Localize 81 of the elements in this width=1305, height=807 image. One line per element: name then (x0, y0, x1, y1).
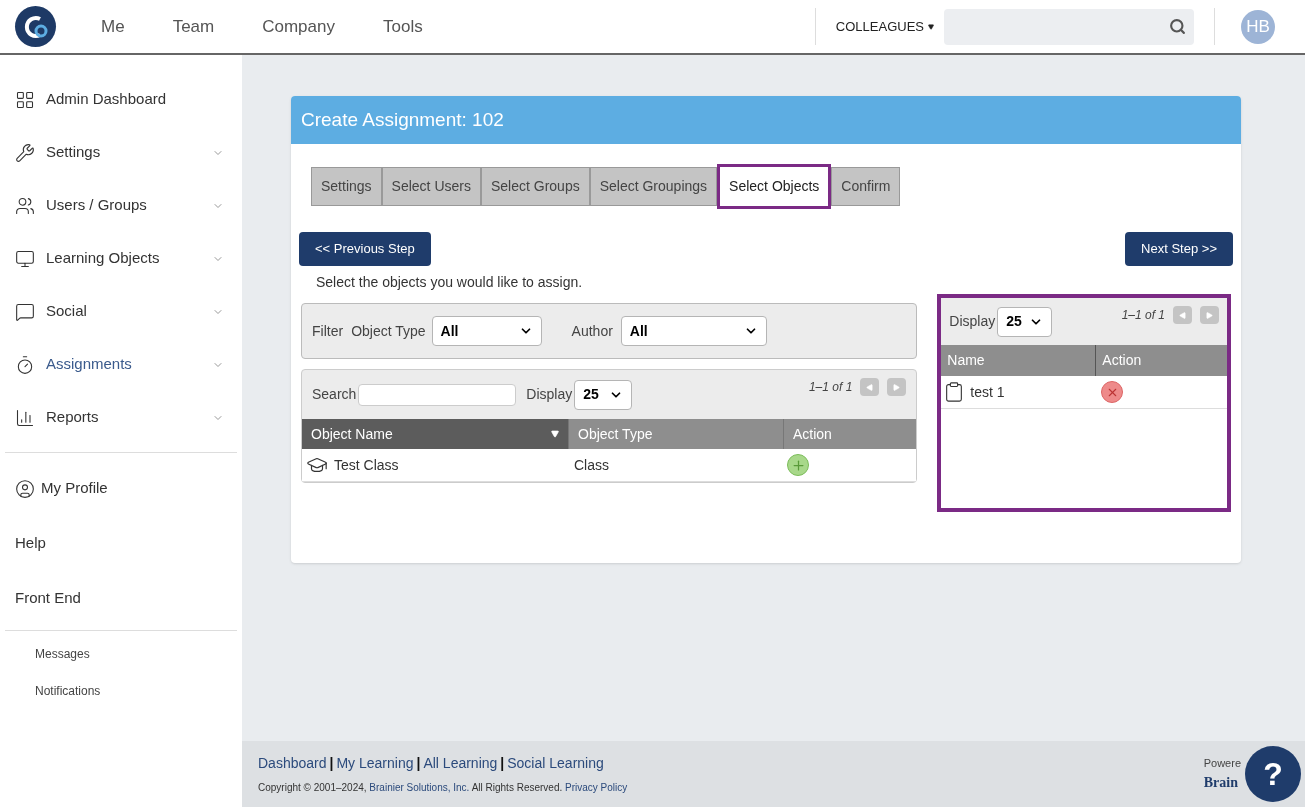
sidebar-item[interactable]: Front End (0, 571, 242, 626)
table-cell-text: test 1 (970, 382, 1005, 402)
sidebar-item[interactable]: Settings (0, 126, 242, 179)
sidebar-item[interactable]: Help (0, 516, 242, 571)
card-header: Create Assignment: 102 (291, 96, 1241, 144)
top-nav-link[interactable]: Team (172, 13, 215, 40)
next-page-button[interactable] (1200, 306, 1219, 324)
top-nav-link[interactable]: Tools (382, 13, 423, 40)
bar-chart-icon (15, 407, 35, 428)
top-nav-link[interactable]: Me (101, 13, 125, 40)
search-field[interactable] (944, 8, 1194, 45)
top-nav-link[interactable]: Company (262, 13, 335, 40)
separator: | (500, 754, 505, 773)
previous-page-button[interactable] (860, 378, 880, 396)
sidebar-subitem[interactable]: Notifications (0, 672, 242, 709)
author-select[interactable]: All (620, 316, 767, 346)
left-triangle-icon (1179, 311, 1186, 319)
sidebar-subitem[interactable]: Messages (0, 635, 242, 672)
grid-icon (15, 89, 35, 110)
previous-step-button[interactable]: << Previous Step (299, 232, 431, 266)
footer-link[interactable]: Social Learning (507, 753, 604, 774)
separator: | (329, 754, 334, 773)
users-icon (15, 195, 35, 216)
sidebar-item[interactable]: Reports (0, 391, 242, 444)
search-label: Search (312, 385, 357, 404)
monitor-icon (15, 248, 35, 269)
search-icon (1169, 18, 1186, 35)
wizard-tab[interactable]: Select Groupings (589, 167, 718, 206)
remove-button[interactable] (1101, 381, 1124, 403)
add-button[interactable] (787, 454, 809, 476)
object-type-select[interactable]: All (431, 316, 542, 346)
stopwatch-icon (15, 354, 35, 375)
separator: | (416, 754, 421, 773)
right-triangle-icon (893, 383, 901, 391)
footer-link[interactable]: All Learning (423, 753, 498, 774)
paging-text: 1–1 of 1 (808, 379, 853, 396)
tools-icon (15, 142, 35, 163)
copyright-text: Copyright © 2001–2024, Brainier Solutions, Inc. All Rights Reserved. Privacy Policy (258, 781, 628, 795)
caret-icon (928, 23, 934, 30)
filter-label: Filter (312, 321, 344, 341)
display-label: Display (949, 312, 996, 331)
column-header[interactable]: Object Name (302, 419, 568, 449)
next-step-button[interactable]: Next Step >> (1125, 232, 1233, 266)
sidebar-item[interactable]: Users / Groups (0, 179, 242, 232)
object-type-label: Object Type (351, 321, 426, 341)
sidebar-item[interactable]: Assignments (0, 338, 242, 391)
wizard-tab[interactable]: Select Users (381, 167, 481, 206)
plus-icon (790, 457, 806, 473)
sort-down-icon (551, 430, 559, 438)
privacy-policy-link[interactable]: Privacy Policy (565, 782, 628, 793)
paging-text: 1–1 of 1 (1121, 307, 1165, 324)
table-cell: Class (574, 456, 609, 473)
colleagues-dropdown[interactable]: COLLEAGUES (835, 16, 934, 37)
left-triangle-icon (866, 383, 874, 391)
sidebar-item[interactable]: Learning Objects (0, 232, 242, 285)
brand-logo: Brain (1203, 773, 1238, 792)
footer-link[interactable]: Dashboard (258, 753, 327, 774)
author-label: Author (571, 321, 613, 341)
table-cell-text: Test Class (334, 455, 399, 475)
sidebar-item[interactable]: Social (0, 285, 242, 338)
wizard-tab[interactable]: Confirm (831, 167, 901, 206)
instruction-text: Select the objects you would like to assign. (315, 273, 584, 292)
wizard-tab[interactable]: Select Objects (717, 164, 832, 209)
vendor-link[interactable]: Brainier Solutions, Inc. (369, 782, 470, 793)
display-select[interactable]: 25 (574, 379, 633, 410)
user-circle-icon (15, 478, 35, 499)
right-triangle-icon (1206, 311, 1213, 319)
display-select[interactable]: 25 (997, 306, 1053, 337)
wizard-tab[interactable]: Settings (311, 167, 382, 206)
next-page-button[interactable] (887, 378, 907, 396)
wizard-tab[interactable]: Select Groups (480, 167, 590, 206)
display-label: Display (526, 385, 573, 404)
powered-by-text: Powere (1203, 756, 1241, 772)
speech-bubble-icon (15, 301, 35, 322)
search-input[interactable] (358, 383, 517, 406)
sidebar-item[interactable]: Admin Dashboard (0, 73, 242, 126)
logo-icon[interactable] (15, 6, 56, 47)
previous-page-button[interactable] (1173, 306, 1192, 324)
footer-link[interactable]: My Learning (336, 753, 414, 774)
help-button[interactable]: ? (1245, 746, 1301, 802)
sidebar-item[interactable]: My Profile (0, 461, 242, 516)
